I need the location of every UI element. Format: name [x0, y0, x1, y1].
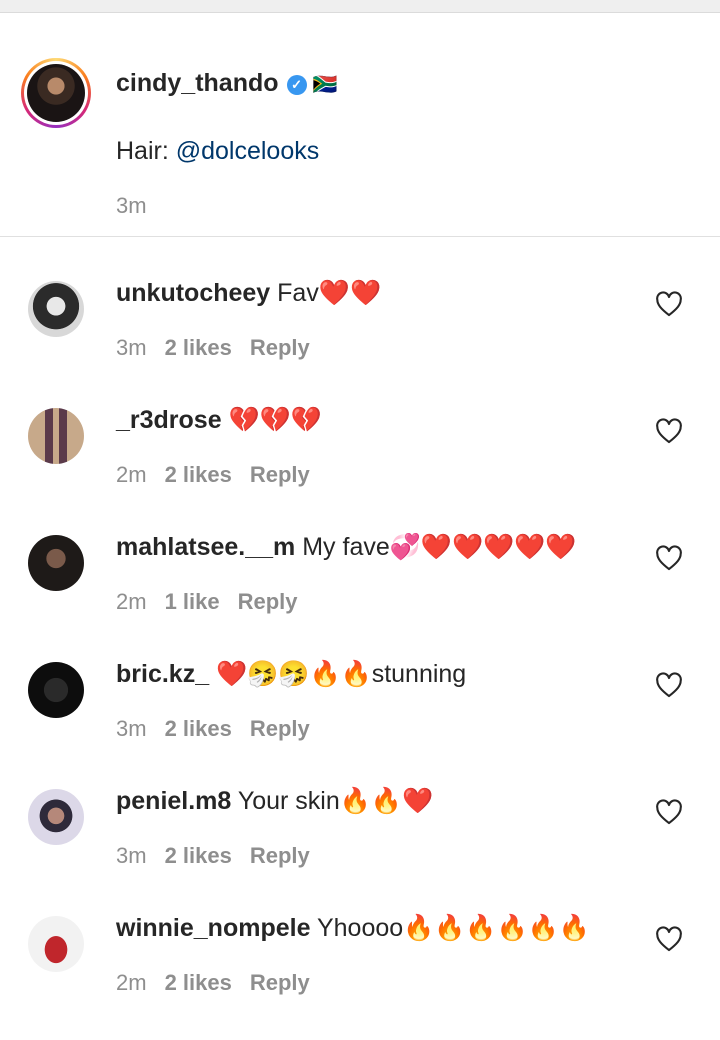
comment-item: unkutocheey Fav❤️❤️ 3m 2 likes Reply — [0, 278, 720, 405]
reply-button[interactable]: Reply — [250, 843, 310, 868]
comment-time: 2m — [116, 970, 147, 995]
caption-flag-emoji: 🇿🇦 — [312, 74, 338, 96]
comment-username[interactable]: mahlatsee.__m — [116, 533, 295, 561]
comment-item: _r3drose 💔💔💔 2m 2 likes Reply — [0, 405, 720, 532]
caption-mention-link[interactable]: @dolcelooks — [176, 137, 320, 165]
avatar[interactable] — [28, 281, 84, 337]
reply-button[interactable]: Reply — [250, 716, 310, 741]
reply-button[interactable]: Reply — [250, 970, 310, 995]
comment-likes[interactable]: 2 likes — [165, 716, 232, 741]
comment-line: winnie_nompele Yhoooo🔥🔥🔥🔥🔥🔥 — [116, 913, 590, 943]
caption-text-prefix: Hair: — [116, 137, 176, 165]
reply-button[interactable]: Reply — [250, 335, 310, 360]
comment-username[interactable]: bric.kz_ — [116, 660, 209, 688]
comment-time: 3m — [116, 843, 147, 868]
heart-outline-icon[interactable] — [655, 545, 683, 571]
divider — [0, 236, 720, 237]
comment-meta: 2m 1 like Reply — [116, 589, 316, 615]
comment-item: peniel.m8 Your skin🔥🔥❤️ 3m 2 likes Reply — [0, 786, 720, 913]
comment-item: mahlatsee.__m My fave💞❤️❤️❤️❤️❤️ 2m 1 lik… — [0, 532, 720, 659]
heart-outline-icon[interactable] — [655, 291, 683, 317]
comment-text: ❤️🤧🤧🔥🔥stunning — [209, 660, 467, 688]
comment-text: 💔💔💔 — [221, 406, 322, 434]
comment-line: bric.kz_ ❤️🤧🤧🔥🔥stunning — [116, 659, 466, 689]
avatar[interactable] — [28, 535, 84, 591]
heart-outline-icon[interactable] — [655, 926, 683, 952]
comment-likes[interactable]: 1 like — [165, 589, 220, 614]
comment-line: unkutocheey Fav❤️❤️ — [116, 278, 381, 308]
comment-item: bric.kz_ ❤️🤧🤧🔥🔥stunning 3m 2 likes Reply — [0, 659, 720, 786]
reply-button[interactable]: Reply — [250, 462, 310, 487]
comment-item: winnie_nompele Yhoooo🔥🔥🔥🔥🔥🔥 2m 2 likes Rep… — [0, 913, 720, 1040]
comment-time: 3m — [116, 335, 147, 360]
caption-section: cindy_thando ✓ 🇿🇦 Hair: @dolcelooks 3m — [0, 13, 720, 235]
comment-username[interactable]: peniel.m8 — [116, 787, 231, 815]
comment-meta: 3m 2 likes Reply — [116, 335, 328, 361]
comment-likes[interactable]: 2 likes — [165, 970, 232, 995]
comment-meta: 2m 2 likes Reply — [116, 462, 328, 488]
comment-line: _r3drose 💔💔💔 — [116, 405, 322, 435]
heart-outline-icon[interactable] — [655, 799, 683, 825]
comment-meta: 3m 2 likes Reply — [116, 843, 328, 869]
comment-likes[interactable]: 2 likes — [165, 843, 232, 868]
comment-text: My fave💞❤️❤️❤️❤️❤️ — [295, 533, 577, 561]
caption-avatar[interactable] — [21, 58, 91, 128]
heart-outline-icon[interactable] — [655, 418, 683, 444]
top-bar — [0, 0, 720, 13]
caption-timestamp: 3m — [116, 193, 147, 218]
caption-username[interactable]: cindy_thando — [116, 69, 279, 97]
caption-text: Hair: @dolcelooks — [116, 137, 319, 166]
comment-likes[interactable]: 2 likes — [165, 335, 232, 360]
avatar[interactable] — [28, 916, 84, 972]
comment-time: 3m — [116, 716, 147, 741]
comment-text: Yhoooo🔥🔥🔥🔥🔥🔥 — [310, 914, 590, 942]
avatar[interactable] — [28, 662, 84, 718]
reply-button[interactable]: Reply — [238, 589, 298, 614]
avatar[interactable] — [28, 408, 84, 464]
heart-outline-icon[interactable] — [655, 672, 683, 698]
verified-icon: ✓ — [286, 75, 307, 95]
comment-text: Your skin🔥🔥❤️ — [231, 787, 434, 815]
comment-username[interactable]: winnie_nompele — [116, 914, 310, 942]
comment-likes[interactable]: 2 likes — [165, 462, 232, 487]
comment-username[interactable]: _r3drose — [116, 406, 222, 434]
comment-username[interactable]: unkutocheey — [116, 279, 270, 307]
comment-time: 2m — [116, 462, 147, 487]
comment-line: mahlatsee.__m My fave💞❤️❤️❤️❤️❤️ — [116, 532, 577, 562]
comment-meta: 2m 2 likes Reply — [116, 970, 328, 996]
comment-meta: 3m 2 likes Reply — [116, 716, 328, 742]
comment-line: peniel.m8 Your skin🔥🔥❤️ — [116, 786, 433, 816]
avatar[interactable] — [28, 789, 84, 845]
comment-text: Fav❤️❤️ — [270, 279, 382, 307]
comment-time: 2m — [116, 589, 147, 614]
